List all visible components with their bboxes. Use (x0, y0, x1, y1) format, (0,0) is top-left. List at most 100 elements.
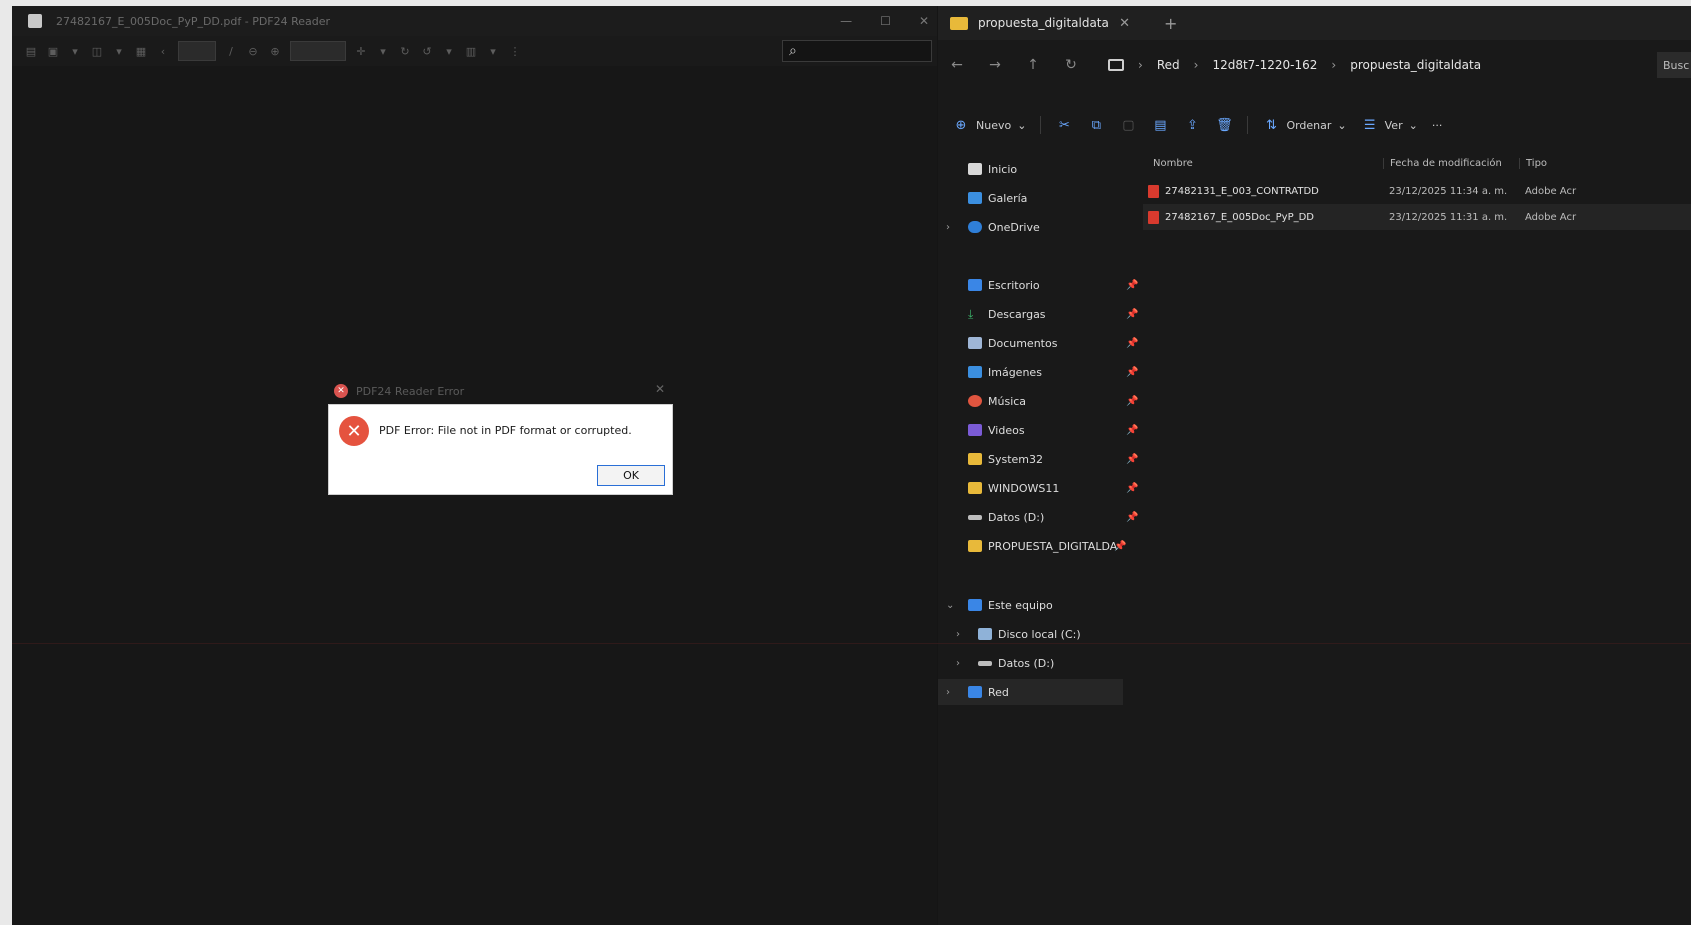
file-list-header: Nombre Fecha de modificación Tipo (1143, 152, 1691, 174)
dropdown-arrow-icon[interactable]: ▾ (486, 45, 500, 58)
new-button[interactable]: ⊕ Nuevo ⌄ (952, 118, 1027, 133)
close-icon[interactable]: ✕ (919, 14, 929, 28)
print-icon[interactable]: ▦ (134, 45, 148, 58)
chevron-right-icon[interactable]: › (946, 687, 950, 698)
tab-close-icon[interactable]: ✕ (1119, 16, 1130, 31)
table-row[interactable]: 27482131_E_003_CONTRATDD 23/12/2025 11:3… (1143, 178, 1691, 204)
desktop-icon (968, 279, 982, 291)
rename-button[interactable]: ▤ (1151, 118, 1169, 133)
nav-label: Descargas (988, 307, 1046, 321)
paste-icon: ▢ (1122, 117, 1135, 133)
zoom-in-icon[interactable]: ⊕ (268, 45, 282, 58)
refresh-icon[interactable]: ↻ (1052, 57, 1090, 73)
minimize-icon[interactable]: — (840, 14, 852, 28)
chevron-right-icon[interactable]: › (946, 222, 950, 233)
forward-icon[interactable]: → (976, 57, 1014, 73)
previous-page-icon[interactable]: ‹ (156, 45, 170, 58)
nav-item-documentos[interactable]: Documentos 📌 (938, 330, 1138, 356)
dialog-close-icon[interactable]: ✕ (655, 382, 665, 396)
file-menu-icon[interactable]: ▤ (24, 45, 38, 58)
nav-item-este-equipo[interactable]: ⌄ Este equipo (938, 592, 1123, 618)
error-icon: ✕ (339, 416, 369, 446)
breadcrumb-red[interactable]: Red (1157, 58, 1180, 72)
column-header-name[interactable]: Nombre (1153, 158, 1193, 169)
column-header-type[interactable]: Tipo (1519, 157, 1547, 169)
pin-icon: 📌 (1126, 482, 1139, 494)
more-button[interactable]: ··· (1432, 119, 1443, 132)
chevron-right-icon[interactable]: › (956, 629, 960, 640)
chevron-down-icon: ⌄ (1017, 118, 1027, 132)
column-header-date[interactable]: Fecha de modificación (1383, 157, 1502, 169)
dropdown-arrow-icon[interactable]: ▾ (376, 45, 390, 58)
rotate-icon[interactable]: ↻ (398, 45, 412, 58)
nav-item-imagenes[interactable]: Imágenes 📌 (938, 359, 1138, 385)
new-tab-button[interactable]: + (1164, 14, 1177, 33)
zoom-out-icon[interactable]: ⊖ (246, 45, 260, 58)
nav-label: Disco local (C:) (998, 627, 1081, 641)
sort-button[interactable]: ⇅ Ordenar ⌄ (1262, 118, 1347, 133)
nav-item-onedrive[interactable]: › OneDrive (938, 214, 1123, 240)
breadcrumb-folder[interactable]: propuesta_digitaldata (1350, 58, 1481, 72)
cut-button[interactable]: ✂ (1055, 118, 1073, 133)
more-options-icon[interactable]: ⋮ (508, 45, 522, 58)
nav-item-red[interactable]: › Red (938, 679, 1123, 705)
search-box[interactable]: ⌕ (782, 40, 932, 62)
share-button[interactable]: ⇪ (1183, 118, 1201, 133)
breadcrumb-host[interactable]: 12d8t7-1220-162 (1212, 58, 1317, 72)
folder-icon (968, 540, 982, 552)
nav-item-inicio[interactable]: Inicio (938, 156, 1123, 182)
computer-icon[interactable] (1108, 59, 1124, 71)
rename-icon: ▤ (1154, 117, 1167, 133)
page-number-input[interactable] (178, 41, 216, 61)
nav-item-escritorio[interactable]: Escritorio 📌 (938, 272, 1138, 298)
file-date: 23/12/2025 11:31 a. m. (1389, 211, 1508, 223)
nav-item-windows11[interactable]: WINDOWS11 📌 (938, 475, 1138, 501)
save-icon[interactable]: ◫ (90, 45, 104, 58)
sort-button-label: Ordenar (1286, 118, 1332, 132)
navigation-pane: Inicio Galería › OneDrive Escritorio 📌 ⤓… (938, 152, 1138, 925)
nav-label: Imágenes (988, 365, 1042, 379)
back-icon[interactable]: ← (938, 57, 976, 73)
up-icon[interactable]: ↑ (1014, 57, 1052, 73)
home-icon (968, 163, 982, 175)
dropdown-arrow-icon[interactable]: ▾ (68, 45, 82, 58)
nav-item-datos[interactable]: › Datos (D:) (938, 650, 1123, 676)
file-type: Adobe Acr (1525, 185, 1577, 197)
folder-icon (968, 453, 982, 465)
nav-item-galeria[interactable]: Galería (938, 185, 1123, 211)
nav-item-propuesta[interactable]: PROPUESTA_DIGITALDA 📌 (938, 533, 1126, 559)
nav-item-descargas[interactable]: ⤓ Descargas 📌 (938, 301, 1138, 327)
address-bar: ← → ↑ ↻ › Red › 12d8t7-1220-162 › propue… (938, 48, 1691, 82)
rotate-left-icon[interactable]: ↺ (420, 45, 434, 58)
file-date: 23/12/2025 11:34 a. m. (1389, 185, 1508, 197)
drive-icon (968, 515, 982, 520)
copy-button[interactable]: ⧉ (1087, 118, 1105, 133)
explorer-tab-bar: propuesta_digitaldata ✕ + (938, 6, 1691, 40)
chevron-right-icon[interactable]: › (956, 658, 960, 669)
ok-button[interactable]: OK (597, 465, 665, 486)
nav-item-musica[interactable]: Música 📌 (938, 388, 1138, 414)
search-input[interactable]: Busc (1657, 52, 1691, 78)
pin-icon: 📌 (1126, 453, 1139, 465)
zoom-select[interactable] (290, 41, 346, 61)
view-mode-icon[interactable]: ▥ (464, 45, 478, 58)
pdf-file-icon (1148, 210, 1159, 224)
paste-button[interactable]: ▢ (1119, 118, 1137, 133)
reader-window-controls: — ☐ ✕ (840, 6, 929, 36)
delete-button[interactable]: 🗑 (1215, 118, 1233, 133)
dropdown-arrow-icon[interactable]: ▾ (112, 45, 126, 58)
open-icon[interactable]: ▣ (46, 45, 60, 58)
view-button[interactable]: ☰ Ver ⌄ (1361, 118, 1418, 133)
maximize-icon[interactable]: ☐ (880, 14, 891, 28)
nav-item-videos[interactable]: Videos 📌 (938, 417, 1138, 443)
tab-propuesta-digitaldata[interactable]: propuesta_digitaldata ✕ (950, 8, 1160, 38)
fit-page-icon[interactable]: ✛ (354, 45, 368, 58)
error-dialog-titlebar: ✕ PDF24 Reader Error ✕ (328, 378, 673, 404)
dropdown-arrow-icon[interactable]: ▾ (442, 45, 456, 58)
table-row[interactable]: 27482167_E_005Doc_PyP_DD 23/12/2025 11:3… (1143, 204, 1691, 230)
chevron-down-icon[interactable]: ⌄ (946, 600, 954, 611)
video-icon (968, 424, 982, 436)
nav-item-datos-pinned[interactable]: Datos (D:) 📌 (938, 504, 1138, 530)
nav-item-system32[interactable]: System32 📌 (938, 446, 1138, 472)
pin-icon: 📌 (1126, 308, 1139, 320)
